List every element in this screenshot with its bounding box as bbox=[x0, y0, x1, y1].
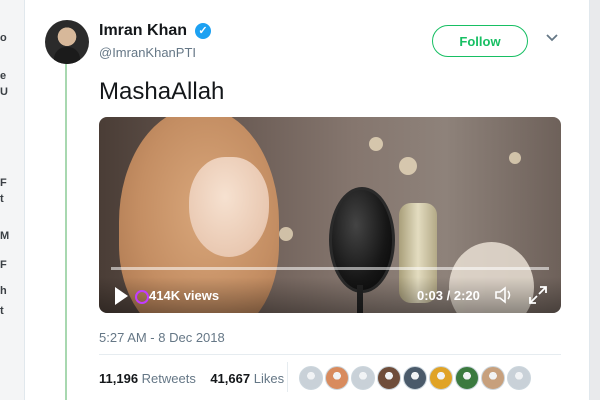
thread-line bbox=[65, 64, 67, 400]
play-icon[interactable] bbox=[115, 287, 128, 305]
periscope-icon bbox=[135, 290, 149, 304]
bg-letter: M bbox=[0, 230, 10, 242]
fullscreen-icon[interactable] bbox=[529, 286, 547, 304]
bokeh-light bbox=[509, 152, 521, 164]
liker-avatar[interactable] bbox=[299, 366, 323, 390]
likes-label[interactable]: Likes bbox=[254, 371, 284, 386]
volume-icon[interactable] bbox=[494, 286, 514, 304]
liker-avatar[interactable] bbox=[377, 366, 401, 390]
author-name[interactable]: Imran Khan bbox=[99, 22, 187, 40]
bokeh-light bbox=[399, 157, 417, 175]
follow-button[interactable]: Follow bbox=[432, 25, 528, 57]
author-handle[interactable]: @ImranKhanPTI bbox=[99, 45, 196, 60]
bg-letter: F bbox=[0, 177, 7, 189]
tweet-timestamp[interactable]: 5:27 AM - 8 Dec 2018 bbox=[99, 330, 225, 345]
liker-avatar[interactable] bbox=[351, 366, 375, 390]
liker-avatar[interactable] bbox=[325, 366, 349, 390]
view-count: 414K views bbox=[149, 288, 220, 303]
video-player[interactable]: 414K views 0:03 / 2:20 bbox=[99, 117, 561, 313]
chevron-down-icon[interactable] bbox=[545, 30, 559, 44]
tweet-card: Imran Khan ✓ @ImranKhanPTI Follow MashaA… bbox=[24, 0, 590, 400]
avatar[interactable] bbox=[45, 20, 89, 64]
bg-letter: e bbox=[0, 70, 7, 82]
bokeh-light bbox=[369, 137, 383, 151]
retweets-count[interactable]: 11,196 bbox=[99, 371, 138, 386]
video-progress-bar[interactable] bbox=[111, 267, 549, 270]
retweets-label[interactable]: Retweets bbox=[142, 371, 196, 386]
bg-letter: h bbox=[0, 285, 7, 297]
tweet-text: MashaAllah bbox=[99, 78, 225, 105]
bg-letter: F bbox=[0, 259, 7, 271]
bokeh-light bbox=[279, 227, 293, 241]
video-controls: 414K views 0:03 / 2:20 bbox=[99, 277, 561, 313]
stats-divider bbox=[287, 362, 288, 392]
liker-avatar[interactable] bbox=[429, 366, 453, 390]
liker-avatar[interactable] bbox=[455, 366, 479, 390]
video-thumbnail-face bbox=[189, 157, 269, 257]
verified-badge-icon: ✓ bbox=[195, 23, 211, 39]
bg-letter: o bbox=[0, 32, 7, 44]
bg-letter: U bbox=[0, 86, 8, 98]
tweet-stats: 11,196 Retweets 41,667 Likes bbox=[99, 371, 284, 386]
divider bbox=[99, 354, 561, 355]
liker-avatar[interactable] bbox=[507, 366, 531, 390]
likes-count[interactable]: 41,667 bbox=[210, 371, 250, 386]
liker-avatar[interactable] bbox=[403, 366, 427, 390]
liker-avatar[interactable] bbox=[481, 366, 505, 390]
bg-letter: t bbox=[0, 305, 4, 317]
video-time: 0:03 / 2:20 bbox=[417, 288, 480, 303]
background-timeline: o e U F t M F h t bbox=[0, 0, 26, 400]
bg-letter: t bbox=[0, 193, 4, 205]
